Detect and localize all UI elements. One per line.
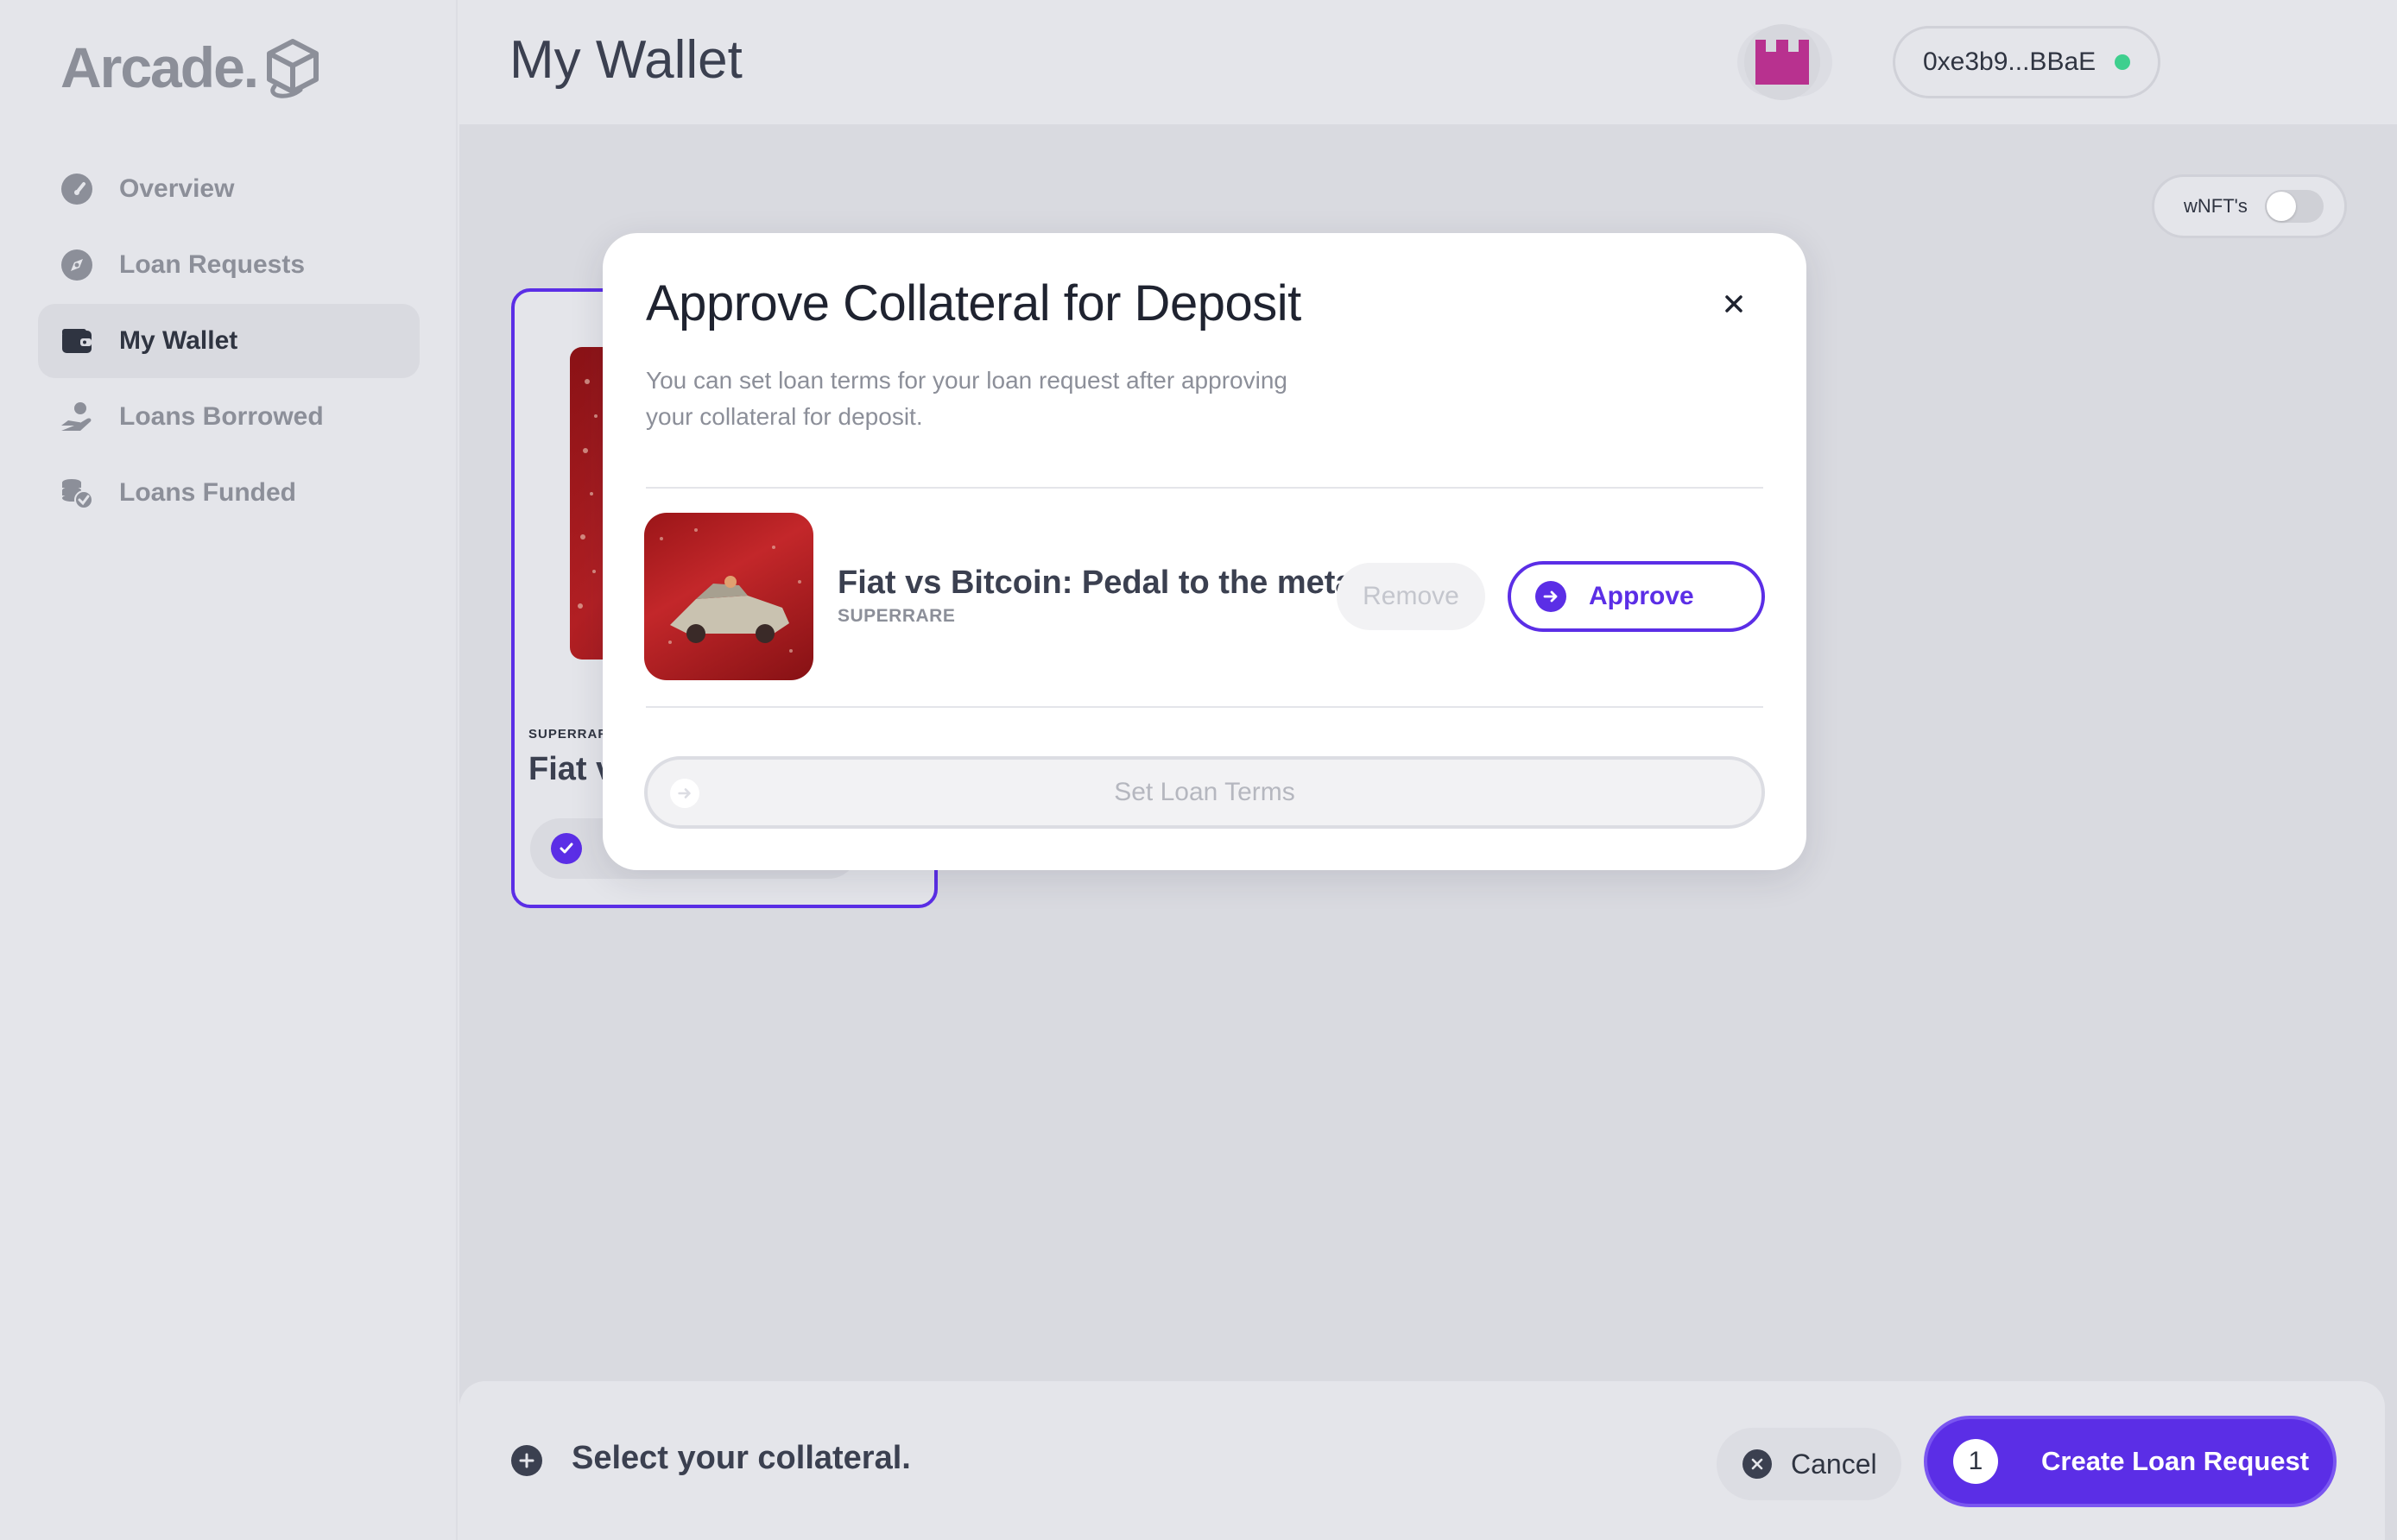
wallet-address: 0xe3b9...BBaE — [1923, 47, 2097, 76]
select-collateral-prompt: Select your collateral. — [572, 1440, 911, 1476]
top-header: My Wallet 0xe3b9...BBaE — [459, 0, 2397, 124]
castle-avatar-icon — [1755, 40, 1809, 85]
arrow-right-icon — [1535, 581, 1566, 612]
create-loan-request-button[interactable]: 1 Create Loan Request — [1924, 1416, 2337, 1507]
gauge-icon — [59, 171, 95, 207]
wallet-icon — [59, 323, 95, 359]
connected-status-dot — [2115, 54, 2131, 70]
sidebar-item-overview[interactable]: Overview — [38, 152, 420, 226]
modal-title: Approve Collateral for Deposit — [646, 275, 1301, 331]
create-loan-request-label: Create Loan Request — [2041, 1446, 2310, 1476]
arrow-right-icon — [670, 779, 699, 808]
set-loan-terms-label: Set Loan Terms — [1114, 778, 1295, 806]
check-icon — [551, 833, 582, 864]
divider — [646, 706, 1763, 708]
wnft-label: wNFT's — [2184, 195, 2248, 217]
collateral-source: SUPERRARE — [838, 606, 956, 626]
sidebar-item-loans-funded[interactable]: Loans Funded — [38, 456, 420, 530]
page-title: My Wallet — [509, 30, 743, 90]
set-loan-terms-button[interactable]: Set Loan Terms — [644, 756, 1765, 829]
hand-coin-icon — [59, 399, 95, 435]
sidebar-item-label: My Wallet — [119, 326, 238, 355]
approve-label: Approve — [1589, 582, 1694, 610]
plus-icon — [511, 1445, 542, 1476]
bottom-action-bar: Select your collateral. Cancel 1 Create … — [459, 1381, 2385, 1540]
wallet-address-button[interactable]: 0xe3b9...BBaE — [1893, 26, 2160, 98]
sidebar-item-label: Loan Requests — [119, 250, 306, 279]
logo[interactable]: Arcade. — [60, 35, 323, 100]
car-artwork — [660, 528, 801, 653]
close-icon — [1742, 1449, 1772, 1479]
logo-text: Arcade. — [60, 35, 259, 99]
collateral-title: Fiat vs Bitcoin: Pedal to the metal. — [838, 565, 1372, 601]
cube-logo-icon — [267, 39, 319, 98]
sidebar-item-my-wallet[interactable]: My Wallet — [38, 304, 420, 378]
wnft-filter[interactable]: wNFT's — [2152, 174, 2347, 238]
cancel-button[interactable]: Cancel — [1717, 1428, 1901, 1500]
sidebar-item-label: Loans Funded — [119, 478, 296, 507]
modal-subtitle: You can set loan terms for your loan req… — [646, 367, 1287, 430]
approve-button[interactable]: Approve — [1508, 561, 1765, 632]
sidebar: Arcade. Overview Loan Requests My Wallet — [0, 0, 458, 1540]
close-button[interactable] — [1718, 288, 1749, 319]
switch-knob — [2266, 192, 2296, 221]
close-icon — [1725, 295, 1742, 312]
avatar[interactable] — [1744, 24, 1820, 100]
wnft-switch[interactable] — [2264, 190, 2324, 223]
sidebar-item-label: Overview — [119, 174, 235, 203]
approve-collateral-modal: Approve Collateral for Deposit You can s… — [603, 233, 1806, 870]
remove-button[interactable]: Remove — [1337, 563, 1485, 630]
compass-icon — [59, 247, 95, 283]
selected-count-badge: 1 — [1953, 1439, 1998, 1484]
cancel-label: Cancel — [1791, 1448, 1877, 1480]
sidebar-nav: Overview Loan Requests My Wallet Loans B… — [38, 152, 420, 532]
nft-card-title: Fiat v — [528, 751, 615, 787]
nft-card-source: SUPERRAR — [528, 727, 609, 742]
divider — [646, 487, 1763, 489]
sidebar-item-label: Loans Borrowed — [119, 402, 324, 431]
collateral-thumbnail — [644, 513, 813, 680]
sidebar-item-loan-requests[interactable]: Loan Requests — [38, 228, 420, 302]
sidebar-item-loans-borrowed[interactable]: Loans Borrowed — [38, 380, 420, 454]
coins-check-icon — [59, 475, 95, 511]
